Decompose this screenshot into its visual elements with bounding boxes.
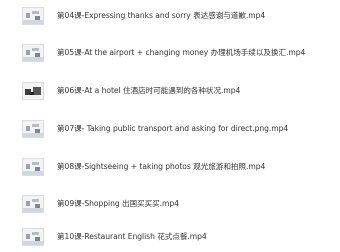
file-name: 第05课-At the airport + changing money 办理机… [57,48,306,57]
file-item[interactable]: 第06课-At a hotel 住酒店时可能遇到的各种状况.mp4 [0,79,340,105]
video-thumbnail-icon [22,82,44,100]
file-item[interactable]: 第08课-Sightseeing + taking photos 观光旅游和拍照… [0,155,340,181]
file-name: 第08课-Sightseeing + taking photos 观光旅游和拍照… [57,162,266,171]
file-item[interactable]: 第07课- Taking public transport and asking… [0,117,340,143]
file-name: 第09课-Shopping 出国买买买.mp4 [57,199,179,208]
file-name: 第04课-Expressing thanks and sorry 表达感谢与道歉… [57,11,266,20]
video-thumbnail-icon [22,158,44,176]
file-item[interactable]: 第09课-Shopping 出国买买买.mp4 [0,192,340,218]
video-thumbnail-icon [22,195,44,213]
video-thumbnail-icon [22,120,44,138]
video-thumbnail-icon [22,228,44,246]
file-item[interactable]: 第04课-Expressing thanks and sorry 表达感谢与道歉… [0,4,340,30]
file-item[interactable]: 第05课-At the airport + changing money 办理机… [0,41,340,67]
file-name: 第07课- Taking public transport and asking… [57,124,289,133]
video-thumbnail-icon [22,7,44,25]
file-item[interactable]: 第10课-Restaurant English 花式点餐.mp4 [0,225,340,251]
file-list: 第04课-Expressing thanks and sorry 表达感谢与道歉… [0,0,340,252]
file-name: 第10课-Restaurant English 花式点餐.mp4 [57,232,207,241]
file-name: 第06课-At a hotel 住酒店时可能遇到的各种状况.mp4 [57,86,241,95]
video-thumbnail-icon [22,44,44,62]
